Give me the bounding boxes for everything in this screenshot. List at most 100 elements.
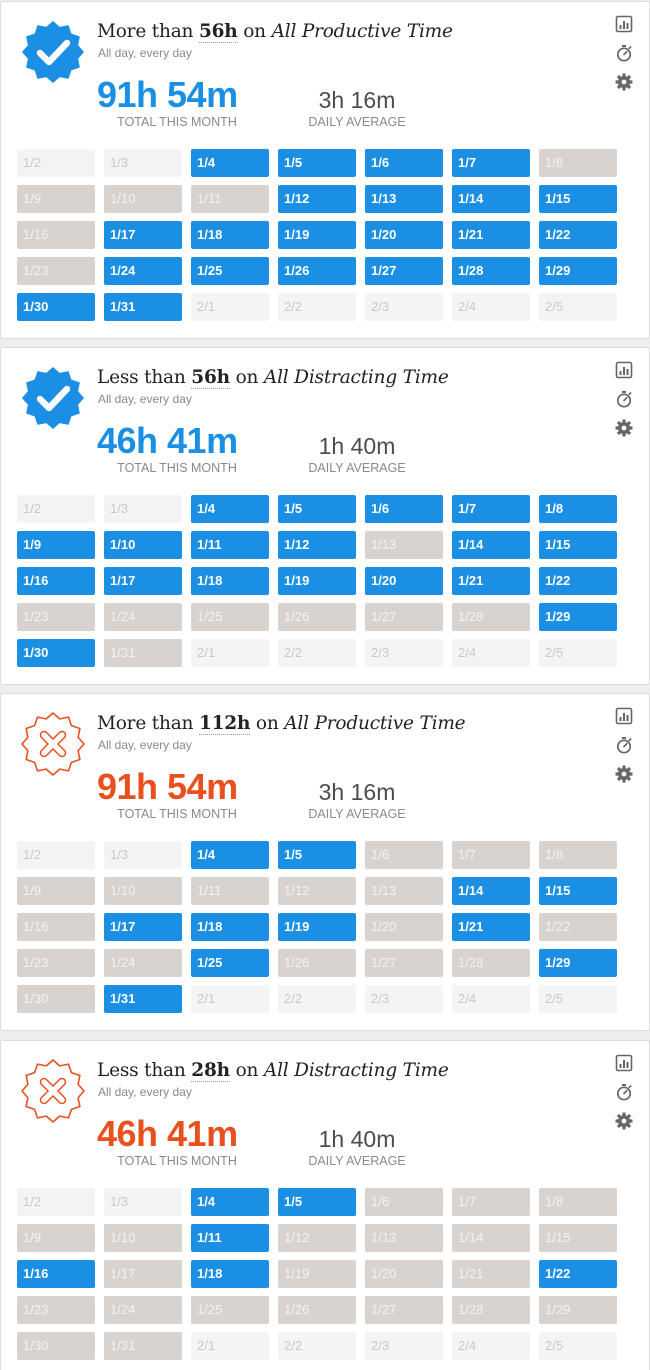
reports-icon[interactable]	[614, 1053, 634, 1073]
reports-icon[interactable]	[614, 706, 634, 726]
day-cell-missed[interactable]: 1/23	[17, 603, 95, 631]
day-cell-met[interactable]: 1/31	[104, 293, 182, 321]
day-cell-met[interactable]: 1/14	[452, 531, 530, 559]
day-cell-missed[interactable]: 1/30	[17, 985, 95, 1013]
day-cell-met[interactable]: 1/11	[191, 1224, 269, 1252]
day-cell-missed[interactable]: 1/28	[452, 1296, 530, 1324]
goal-amount[interactable]: 28h	[191, 1060, 230, 1082]
day-cell-met[interactable]: 1/29	[539, 257, 617, 285]
day-cell-met[interactable]: 1/11	[191, 531, 269, 559]
day-cell-met[interactable]: 1/4	[191, 149, 269, 177]
day-cell-met[interactable]: 1/18	[191, 567, 269, 595]
day-cell-met[interactable]: 1/18	[191, 913, 269, 941]
day-cell-missed[interactable]: 1/11	[191, 185, 269, 213]
day-cell-met[interactable]: 1/15	[539, 531, 617, 559]
day-cell-met[interactable]: 1/5	[278, 841, 356, 869]
day-cell-met[interactable]: 1/22	[539, 1260, 617, 1288]
day-cell-missed[interactable]: 1/13	[365, 877, 443, 905]
day-cell-missed[interactable]: 1/9	[17, 185, 95, 213]
day-cell-met[interactable]: 1/7	[452, 495, 530, 523]
day-cell-met[interactable]: 1/15	[539, 877, 617, 905]
day-cell-missed[interactable]: 1/20	[365, 913, 443, 941]
day-cell-missed[interactable]: 1/21	[452, 1260, 530, 1288]
day-cell-met[interactable]: 1/25	[191, 257, 269, 285]
goal-amount[interactable]: 112h	[198, 713, 250, 735]
day-cell-missed[interactable]: 1/14	[452, 1224, 530, 1252]
gear-icon[interactable]	[614, 72, 634, 92]
day-cell-missed[interactable]: 1/28	[452, 603, 530, 631]
day-cell-met[interactable]: 1/6	[365, 149, 443, 177]
day-cell-missed[interactable]: 1/22	[539, 913, 617, 941]
day-cell-met[interactable]: 1/6	[365, 495, 443, 523]
day-cell-met[interactable]: 1/4	[191, 1188, 269, 1216]
goal-amount[interactable]: 56h	[198, 21, 238, 43]
day-cell-missed[interactable]: 1/8	[539, 1188, 617, 1216]
day-cell-missed[interactable]: 1/29	[539, 1296, 617, 1324]
day-cell-missed[interactable]: 1/26	[278, 603, 356, 631]
day-cell-met[interactable]: 1/21	[452, 567, 530, 595]
day-cell-missed[interactable]: 1/27	[365, 603, 443, 631]
day-cell-met[interactable]: 1/30	[17, 293, 95, 321]
day-cell-met[interactable]: 1/5	[278, 1188, 356, 1216]
day-cell-missed[interactable]: 1/27	[365, 1296, 443, 1324]
day-cell-met[interactable]: 1/4	[191, 841, 269, 869]
day-cell-missed[interactable]: 1/12	[278, 1224, 356, 1252]
day-cell-met[interactable]: 1/16	[17, 1260, 95, 1288]
day-cell-met[interactable]: 1/19	[278, 913, 356, 941]
day-cell-missed[interactable]: 1/19	[278, 1260, 356, 1288]
day-cell-missed[interactable]: 1/20	[365, 1260, 443, 1288]
day-cell-missed[interactable]: 1/10	[104, 877, 182, 905]
day-cell-missed[interactable]: 1/16	[17, 913, 95, 941]
day-cell-met[interactable]: 1/22	[539, 221, 617, 249]
goal-amount[interactable]: 56h	[191, 367, 230, 389]
day-cell-missed[interactable]: 1/6	[365, 1188, 443, 1216]
day-cell-met[interactable]: 1/29	[539, 949, 617, 977]
day-cell-missed[interactable]: 1/17	[104, 1260, 182, 1288]
gear-icon[interactable]	[614, 764, 634, 784]
day-cell-missed[interactable]: 1/28	[452, 949, 530, 977]
day-cell-missed[interactable]: 1/25	[191, 603, 269, 631]
day-cell-met[interactable]: 1/17	[104, 567, 182, 595]
gear-icon[interactable]	[614, 418, 634, 438]
day-cell-missed[interactable]: 1/24	[104, 949, 182, 977]
day-cell-met[interactable]: 1/7	[452, 149, 530, 177]
day-cell-met[interactable]: 1/31	[104, 985, 182, 1013]
day-cell-missed[interactable]: 1/31	[104, 1332, 182, 1360]
day-cell-missed[interactable]: 1/23	[17, 257, 95, 285]
day-cell-met[interactable]: 1/13	[365, 185, 443, 213]
stopwatch-icon[interactable]	[614, 735, 634, 755]
day-cell-missed[interactable]: 1/8	[539, 149, 617, 177]
day-cell-met[interactable]: 1/21	[452, 913, 530, 941]
day-cell-met[interactable]: 1/17	[104, 221, 182, 249]
day-cell-met[interactable]: 1/29	[539, 603, 617, 631]
reports-icon[interactable]	[614, 360, 634, 380]
day-cell-missed[interactable]: 1/13	[365, 1224, 443, 1252]
day-cell-met[interactable]: 1/25	[191, 949, 269, 977]
day-cell-met[interactable]: 1/22	[539, 567, 617, 595]
day-cell-missed[interactable]: 1/7	[452, 841, 530, 869]
day-cell-met[interactable]: 1/18	[191, 221, 269, 249]
day-cell-missed[interactable]: 1/30	[17, 1332, 95, 1360]
day-cell-missed[interactable]: 1/23	[17, 949, 95, 977]
day-cell-missed[interactable]: 1/11	[191, 877, 269, 905]
day-cell-missed[interactable]: 1/26	[278, 949, 356, 977]
day-cell-met[interactable]: 1/20	[365, 221, 443, 249]
day-cell-met[interactable]: 1/24	[104, 257, 182, 285]
day-cell-met[interactable]: 1/16	[17, 567, 95, 595]
day-cell-met[interactable]: 1/10	[104, 531, 182, 559]
day-cell-missed[interactable]: 1/24	[104, 603, 182, 631]
day-cell-met[interactable]: 1/30	[17, 639, 95, 667]
day-cell-met[interactable]: 1/27	[365, 257, 443, 285]
day-cell-missed[interactable]: 1/6	[365, 841, 443, 869]
gear-icon[interactable]	[614, 1111, 634, 1131]
day-cell-missed[interactable]: 1/9	[17, 877, 95, 905]
day-cell-met[interactable]: 1/5	[278, 149, 356, 177]
day-cell-missed[interactable]: 1/23	[17, 1296, 95, 1324]
day-cell-met[interactable]: 1/28	[452, 257, 530, 285]
day-cell-met[interactable]: 1/26	[278, 257, 356, 285]
stopwatch-icon[interactable]	[614, 389, 634, 409]
day-cell-met[interactable]: 1/12	[278, 531, 356, 559]
day-cell-missed[interactable]: 1/27	[365, 949, 443, 977]
day-cell-missed[interactable]: 1/8	[539, 841, 617, 869]
day-cell-met[interactable]: 1/15	[539, 185, 617, 213]
